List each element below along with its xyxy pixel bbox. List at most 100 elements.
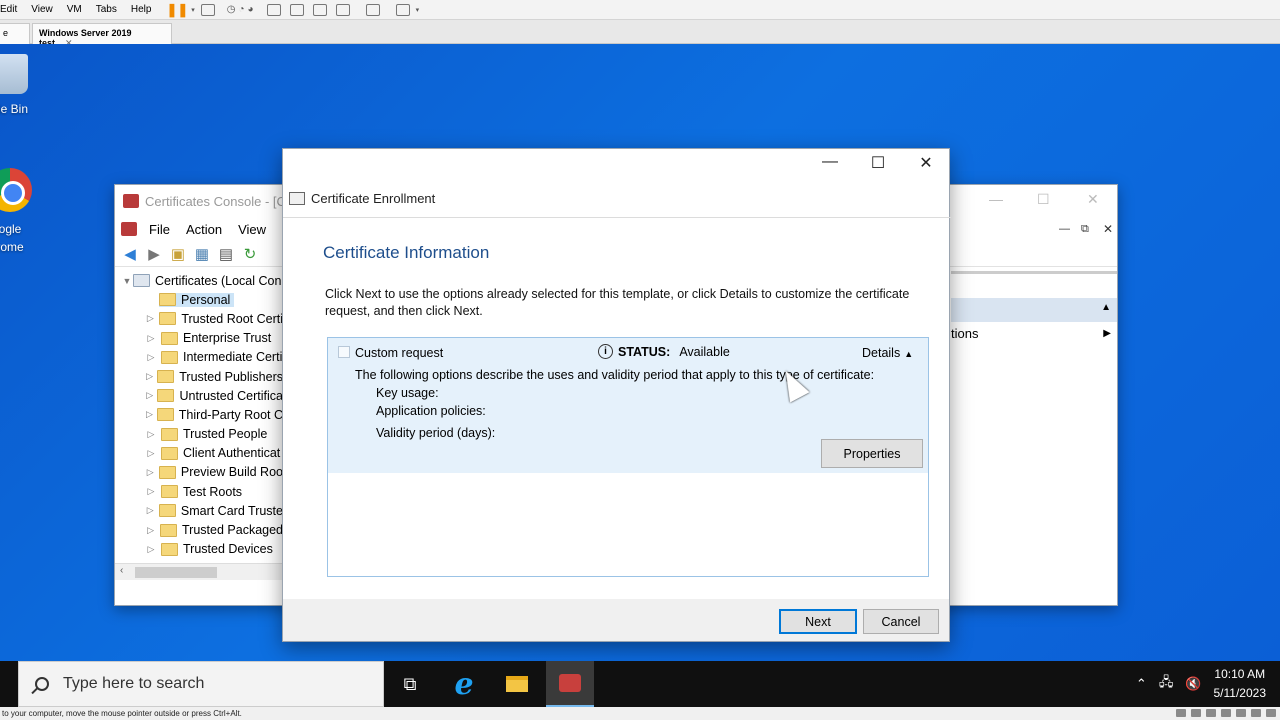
tree-horizontal-scrollbar[interactable]: ‹ bbox=[115, 563, 283, 580]
vm-menu-edit[interactable]: Edit bbox=[0, 4, 24, 15]
network-icon[interactable]: 🖧 bbox=[1159, 673, 1174, 695]
mdi-close-icon[interactable]: ✕ bbox=[1103, 222, 1113, 236]
next-button[interactable]: Next bbox=[779, 609, 857, 634]
maximize-icon[interactable]: ☐ bbox=[863, 153, 893, 173]
folder-icon bbox=[159, 293, 176, 307]
snapshot-manager-icon[interactable]: ◕ bbox=[248, 4, 254, 15]
tree-item[interactable]: ▷ Enterprise Trust bbox=[115, 329, 283, 348]
snapshot-icon[interactable]: ◷ bbox=[227, 4, 236, 15]
taskbar-clock[interactable]: 10:10 AM 5/11/2023 bbox=[1214, 665, 1267, 703]
show-hidden-icons-chevron-icon[interactable]: ⌃ bbox=[1136, 676, 1147, 692]
menu-view[interactable]: View bbox=[230, 222, 274, 237]
tree-item[interactable]: ▷ Intermediate Certi bbox=[115, 348, 283, 367]
desktop-icon-recycle-bin[interactable]: cle Bin bbox=[0, 54, 40, 116]
volume-muted-icon[interactable]: 🔇 bbox=[1185, 676, 1201, 692]
vm-menu-vm[interactable]: VM bbox=[60, 4, 89, 15]
desktop-icon-chrome[interactable]: ogle rome bbox=[0, 168, 40, 256]
vm-menu-help[interactable]: Help bbox=[124, 4, 159, 15]
submenu-arrow-icon: ▶ bbox=[1103, 327, 1111, 339]
thumbnail-icon[interactable] bbox=[289, 3, 304, 16]
menu-action[interactable]: Action bbox=[178, 222, 230, 237]
revert-snapshot-icon[interactable]: ◔ bbox=[238, 4, 244, 15]
expand-arrow-icon[interactable]: ▷ bbox=[145, 333, 157, 344]
tree-item[interactable]: ▷ Trusted Packaged bbox=[115, 520, 283, 539]
collapse-up-icon[interactable]: ▲ bbox=[1101, 302, 1111, 313]
expand-arrow-icon[interactable]: ▷ bbox=[145, 352, 157, 363]
expand-arrow-icon[interactable]: ▷ bbox=[145, 371, 154, 382]
tree-item[interactable]: ▷ Preview Build Roo bbox=[115, 463, 283, 482]
scrollbar-thumb[interactable] bbox=[135, 567, 217, 578]
tree-item[interactable]: ▷ Trusted Publishers bbox=[115, 367, 283, 386]
back-icon[interactable]: ◀ bbox=[121, 246, 139, 263]
tree-item[interactable]: ▷ Trusted Devices bbox=[115, 540, 283, 559]
tree-item[interactable]: ▷ Untrusted Certifica bbox=[115, 386, 283, 405]
tree-item[interactable]: ▷ Test Roots bbox=[115, 482, 283, 501]
expand-arrow-icon[interactable]: ▷ bbox=[145, 409, 154, 420]
expand-arrow-icon[interactable]: ▷ bbox=[145, 448, 157, 459]
vm-tab-windows-server[interactable]: Windows Server 2019 test ✕ bbox=[32, 23, 172, 48]
hard-disk-icon[interactable] bbox=[1176, 709, 1186, 717]
expand-arrow-icon[interactable]: ▷ bbox=[145, 486, 157, 497]
vm-menu-view[interactable]: View bbox=[24, 4, 60, 15]
vm-tab-home[interactable]: e bbox=[0, 23, 30, 44]
tree-item-label: Intermediate Certi bbox=[183, 350, 283, 365]
expand-arrow-icon[interactable]: ▷ bbox=[145, 390, 154, 401]
expand-arrow-icon[interactable]: ▷ bbox=[145, 525, 156, 536]
tree-item-label: Client Authenticat bbox=[183, 446, 281, 461]
certificate-item-custom-request[interactable]: Custom request i STATUS: Available Detai… bbox=[328, 338, 928, 473]
network-adapter-icon[interactable] bbox=[1206, 709, 1216, 717]
tree-item[interactable]: ▷ Third-Party Root C bbox=[115, 405, 283, 424]
tree-item-personal[interactable]: Personal bbox=[115, 290, 283, 309]
forward-icon[interactable]: ▶ bbox=[145, 246, 163, 263]
close-icon[interactable]: ✕ bbox=[911, 153, 941, 173]
usb-icon[interactable] bbox=[1221, 709, 1231, 717]
console-icon[interactable] bbox=[365, 3, 380, 16]
close-icon[interactable]: ✕ bbox=[1087, 191, 1099, 208]
up-folder-icon[interactable]: ▣ bbox=[169, 246, 187, 263]
display-icon[interactable] bbox=[1251, 709, 1261, 717]
expand-arrow-icon[interactable]: ▷ bbox=[145, 505, 155, 516]
stretch-icon[interactable] bbox=[395, 3, 410, 16]
actions-header[interactable]: ▲ bbox=[951, 298, 1117, 322]
refresh-icon[interactable]: ↻ bbox=[241, 246, 259, 263]
expand-arrow-icon[interactable]: ▷ bbox=[145, 544, 157, 555]
sidebar-icon[interactable] bbox=[266, 3, 281, 16]
message-icon[interactable] bbox=[1266, 709, 1276, 717]
task-view-button[interactable]: ⧉ bbox=[386, 661, 434, 707]
actions-more[interactable]: tions ▶ bbox=[951, 322, 1117, 344]
fullscreen-icon[interactable] bbox=[312, 3, 327, 16]
show-hide-tree-icon[interactable]: ▦ bbox=[193, 246, 211, 263]
sound-icon[interactable] bbox=[1236, 709, 1246, 717]
pause-icon[interactable]: ❚❚ bbox=[166, 2, 188, 18]
expand-arrow-icon[interactable]: ▷ bbox=[145, 313, 156, 324]
collapse-arrow-icon[interactable]: ▼ bbox=[121, 276, 133, 286]
certificate-checkbox[interactable] bbox=[338, 346, 350, 358]
cancel-button[interactable]: Cancel bbox=[863, 609, 939, 634]
minimize-icon[interactable]: — bbox=[815, 153, 845, 173]
actions-divider bbox=[951, 271, 1117, 274]
tree-item[interactable]: ▷ Trusted People bbox=[115, 425, 283, 444]
clipboard-icon[interactable]: ▤ bbox=[217, 246, 235, 263]
details-toggle[interactable]: Details ▲ bbox=[862, 346, 913, 360]
tree-item[interactable]: ▷ Trusted Root Certi bbox=[115, 309, 283, 328]
tree-root[interactable]: ▼ Certificates (Local Con bbox=[115, 271, 283, 290]
menu-file[interactable]: File bbox=[141, 222, 178, 237]
send-ctrl-alt-del-icon[interactable] bbox=[200, 3, 215, 16]
taskbar-certificates-console[interactable] bbox=[546, 661, 594, 707]
taskbar-file-explorer[interactable] bbox=[493, 661, 541, 707]
mdi-minimize-icon[interactable]: — bbox=[1059, 223, 1070, 235]
mdi-restore-icon[interactable]: ⧉ bbox=[1081, 223, 1089, 236]
properties-button[interactable]: Properties bbox=[821, 439, 923, 468]
tree-item[interactable]: ▷ Smart Card Truste bbox=[115, 501, 283, 520]
tree-item[interactable]: ▷ Client Authenticat bbox=[115, 444, 283, 463]
expand-arrow-icon[interactable]: ▷ bbox=[145, 429, 157, 440]
taskbar-edge[interactable]: e bbox=[440, 661, 488, 707]
maximize-icon[interactable]: ☐ bbox=[1037, 191, 1050, 208]
expand-arrow-icon[interactable]: ▷ bbox=[145, 467, 155, 478]
cd-drive-icon[interactable] bbox=[1191, 709, 1201, 717]
scroll-left-icon[interactable]: ‹ bbox=[120, 565, 123, 576]
minimize-icon[interactable]: — bbox=[989, 191, 1003, 207]
unity-icon[interactable] bbox=[335, 3, 350, 16]
vm-menu-tabs[interactable]: Tabs bbox=[89, 4, 124, 15]
taskbar-search[interactable]: Type here to search bbox=[18, 661, 384, 707]
